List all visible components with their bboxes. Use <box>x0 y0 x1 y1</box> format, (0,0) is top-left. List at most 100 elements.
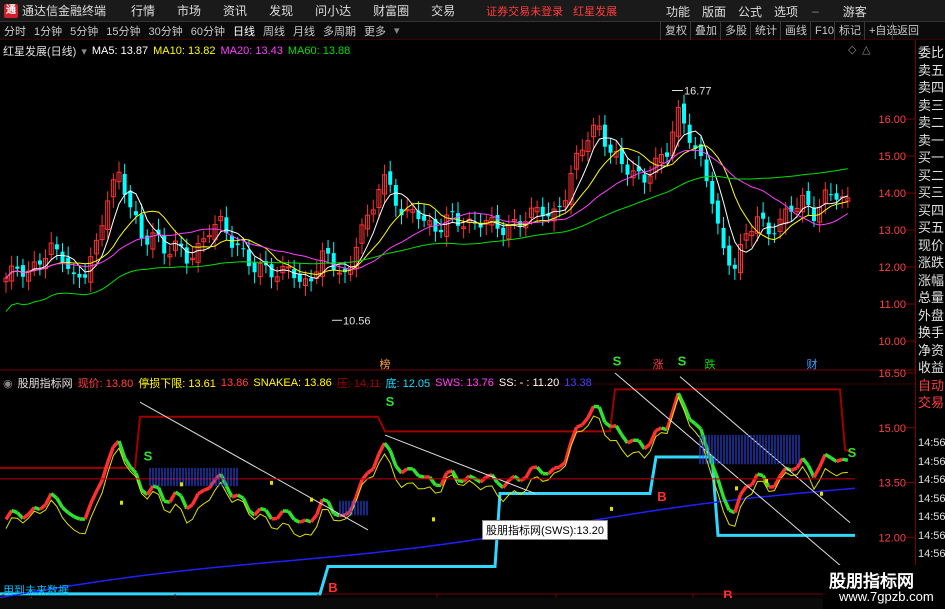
period-tick[interactable]: 分时 <box>4 23 26 39</box>
ind-value-sws: SWS: 13.76 <box>435 377 494 389</box>
collapse-icon[interactable]: △ <box>862 43 870 56</box>
signal-marker: S <box>848 445 857 460</box>
snake-segment <box>321 497 329 504</box>
period-15min[interactable]: 15分钟 <box>106 23 140 39</box>
quote-field-18[interactable]: 收益 <box>918 359 945 376</box>
quote-field-4[interactable]: 卖二 <box>918 114 945 131</box>
quote-field-15[interactable]: 外盘 <box>918 307 945 324</box>
snake-segment <box>790 466 798 472</box>
price-tick-label: 13.00 <box>878 225 906 237</box>
menu-trade[interactable]: 交易 <box>431 2 455 19</box>
menu-discover[interactable]: 发现 <box>269 2 293 19</box>
menu-ask[interactable]: 问小达 <box>315 2 351 19</box>
ind-tick-label: 16.50 <box>878 368 906 380</box>
candle-body <box>77 273 82 278</box>
btn-overlay[interactable]: 叠加 <box>690 22 721 40</box>
candle-body <box>439 229 444 233</box>
quote-field-0[interactable]: 委比 <box>918 44 945 61</box>
bottom-scrollbar[interactable] <box>0 598 945 609</box>
snake-segment <box>654 426 663 433</box>
guest-label[interactable]: 游客 <box>843 3 867 20</box>
chevron-down-icon[interactable]: ▾ <box>394 24 400 37</box>
quote-field-8[interactable]: 买三 <box>918 184 945 201</box>
quote-field-13[interactable]: 涨幅 <box>918 272 945 289</box>
quote-field-7[interactable]: 买二 <box>918 167 945 184</box>
btn-drawing[interactable]: 画线 <box>780 22 811 40</box>
period-5min[interactable]: 5分钟 <box>70 23 98 39</box>
price-tick-label: 14.00 <box>878 188 906 200</box>
minimize-icon[interactable]: ‒ <box>812 4 819 18</box>
event-marker: 涨 <box>653 358 664 371</box>
time-label: 14:56 <box>918 474 945 486</box>
candle-body <box>602 124 607 147</box>
btn-multi-stock[interactable]: 多股 <box>720 22 751 40</box>
menu-layout[interactable]: 版面 <box>702 3 726 20</box>
candle-body <box>687 124 692 143</box>
menu-quotes[interactable]: 行情 <box>131 2 155 19</box>
candle-body <box>772 233 777 235</box>
candle-body <box>246 249 251 267</box>
quote-field-5[interactable]: 卖一 <box>918 132 945 149</box>
period-60min[interactable]: 60分钟 <box>191 23 225 39</box>
candle-body <box>71 272 76 275</box>
login-status[interactable]: 证券交易未登录 <box>486 3 563 19</box>
quote-field-16[interactable]: 换手 <box>918 324 945 341</box>
candle-body <box>336 272 342 275</box>
menu-options[interactable]: 选项 <box>774 3 798 20</box>
period-multi[interactable]: 多周期 <box>323 23 356 39</box>
menu-market[interactable]: 市场 <box>177 2 201 19</box>
stock-period-label[interactable]: 红星发展(日线) <box>3 43 76 59</box>
signal-dot <box>820 491 823 496</box>
period-more[interactable]: 更多 <box>364 23 386 39</box>
candle-body <box>393 185 398 206</box>
menu-formula[interactable]: 公式 <box>738 3 762 20</box>
future-data-hint: 用到未来数据 <box>3 585 69 597</box>
quote-field-10[interactable]: 买五 <box>918 219 945 236</box>
btn-statistics[interactable]: 统计 <box>750 22 781 40</box>
snake-segment <box>531 465 538 470</box>
snake-segment <box>553 465 561 471</box>
app-title: 通达信金融终端 <box>22 4 107 18</box>
signal-marker: B <box>657 489 666 504</box>
quote-field-19[interactable]: 自动 <box>918 377 945 394</box>
btn-back[interactable]: 返回 <box>892 22 923 40</box>
quote-field-2[interactable]: 卖四 <box>918 79 945 96</box>
period-week[interactable]: 周线 <box>263 23 285 39</box>
quote-field-6[interactable]: 买一 <box>918 149 945 166</box>
price-tick-label: 15.00 <box>878 151 906 163</box>
quote-field-14[interactable]: 总量 <box>918 289 945 306</box>
snake-segment <box>152 484 160 490</box>
menu-news[interactable]: 资讯 <box>223 2 247 19</box>
settings-icon[interactable]: ◉ <box>3 377 13 390</box>
event-marker: 榜 <box>380 357 391 371</box>
btn-mark[interactable]: 标记 <box>834 22 865 40</box>
menu-function[interactable]: 功能 <box>666 3 690 20</box>
menu-wealth[interactable]: 财富圈 <box>373 2 409 19</box>
period-1min[interactable]: 1分钟 <box>34 23 62 39</box>
low-price-label: 10.56 <box>343 315 371 327</box>
period-30min[interactable]: 30分钟 <box>149 23 183 39</box>
snake-segment <box>593 404 600 409</box>
quote-field-17[interactable]: 净资 <box>918 342 945 359</box>
btn-adjust[interactable]: 复权 <box>660 22 691 40</box>
watermark-url: www.7gpzb.com <box>839 589 934 604</box>
dropdown-icon[interactable]: ▾ <box>81 45 87 58</box>
period-day[interactable]: 日线 <box>233 23 255 39</box>
period-month[interactable]: 月线 <box>293 23 315 39</box>
quote-field-12[interactable]: 涨跌 <box>918 254 945 271</box>
signal-dot <box>765 479 768 484</box>
diamond-icon[interactable]: ◇ <box>848 43 856 56</box>
candle-body <box>625 164 630 175</box>
ma20-label: MA20: 13.43 <box>220 45 283 57</box>
candle-body <box>704 159 709 182</box>
quote-field-1[interactable]: 卖五 <box>918 62 945 79</box>
quote-field-9[interactable]: 买四 <box>918 202 945 219</box>
chart-canvas[interactable]: 16.00 15.00 14.00 13.00 12.00 11.00 10.00 16.5… <box>0 40 915 600</box>
quote-field-3[interactable]: 卖三 <box>918 97 945 114</box>
signal-dot <box>180 482 183 487</box>
current-stock-name: 红星发展 <box>573 5 618 18</box>
candle-body <box>331 253 336 271</box>
quote-field-11[interactable]: 现价 <box>918 237 945 254</box>
quote-field-20[interactable]: 交易 <box>918 394 945 411</box>
indicator-name[interactable]: 股朋指标网 <box>18 375 73 391</box>
